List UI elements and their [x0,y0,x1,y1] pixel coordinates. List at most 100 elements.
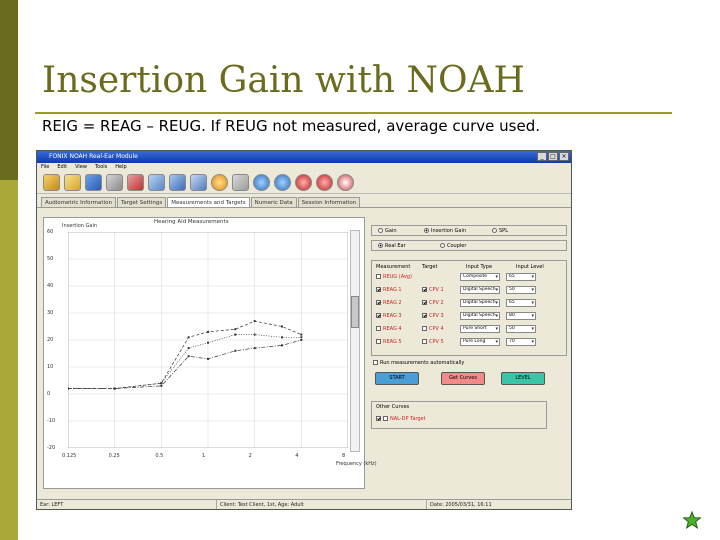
data-point [187,347,190,350]
tab-session-info[interactable]: Session Information [297,197,361,207]
refresh-icon[interactable] [316,174,333,191]
target-checkbox[interactable]: CPV 2 [422,300,444,306]
radio-insertion-label: Insertion Gain [431,228,467,234]
run-auto-checkbox[interactable]: Run measurements automatically [373,360,464,366]
target-label: CPV 5 [429,339,444,345]
menu-help[interactable]: Help [115,163,126,172]
x-tick-label: 1 [202,453,206,459]
close-button[interactable]: × [559,152,569,161]
meas-checkbox[interactable]: REAG 3 [376,313,402,319]
noah-icon[interactable] [253,174,270,191]
input-level-select[interactable]: 50 [506,286,536,294]
radio-insertion-gain[interactable]: Insertion Gain [424,228,466,234]
graph-scrollbar[interactable] [350,230,360,452]
header-input-type: Input Type [466,264,493,270]
target-icon[interactable] [211,174,228,191]
meas-checkbox[interactable]: REUG (Avg) [376,274,412,280]
data-point [207,341,209,344]
input-type-select[interactable]: Composite [460,273,500,281]
help-icon[interactable] [337,174,354,191]
slide-subtitle: REIG = REAG – REUG. If REUG not measured… [42,117,541,135]
input-level-select[interactable]: 65 [506,273,536,281]
curve-icon[interactable] [190,174,207,191]
input-level-select[interactable]: 65 [506,299,536,307]
tab-target-settings[interactable]: Target Settings [116,197,167,207]
meas-checkbox[interactable]: REAG 4 [376,326,402,332]
input-type-select[interactable]: Digital Speech [460,312,500,320]
level-button[interactable]: LEVEL [501,372,545,385]
target-checkbox[interactable]: CPV 5 [422,339,444,345]
data-point [253,320,256,323]
graph-panel: Hearing Aid Measurements Insertion Gain … [43,217,377,489]
measure-icon[interactable] [169,174,186,191]
minimize-button[interactable]: _ [537,152,547,161]
list-icon[interactable] [232,174,249,191]
settings-icon[interactable] [127,174,144,191]
menu-edit[interactable]: Edit [57,163,67,172]
series-line-1 [68,320,302,389]
menu-file[interactable]: File [41,163,49,172]
nal-target-checkbox[interactable]: NAL-DP Target [376,416,426,422]
data-point [187,336,190,339]
meas-box [376,326,381,331]
target-checkbox[interactable]: CPV 4 [422,326,444,332]
meas-checkbox[interactable]: REAG 1 [376,287,402,293]
nal-target-box-1 [376,416,381,421]
target-checkbox[interactable]: CPV 1 [422,287,444,293]
reference-icon[interactable] [295,174,312,191]
maximize-button[interactable]: □ [548,152,558,161]
meas-checkbox[interactable]: REAG 5 [376,339,402,345]
target-checkbox[interactable]: CPV 3 [422,313,444,319]
target-label: CPV 3 [429,313,444,319]
meas-box [376,339,381,344]
data-point [113,387,116,390]
radio-real-ear[interactable]: Real Ear [378,243,406,249]
ssl-icon[interactable] [274,174,291,191]
y-tick-label: 50 [47,256,54,262]
tab-numeric-data[interactable]: Numeric Data [250,197,297,207]
input-type-select[interactable]: Digital Speech [460,286,500,294]
new-icon[interactable] [43,174,60,191]
data-point [234,349,237,352]
meas-label: REAG 3 [383,313,402,319]
star-icon [683,511,701,529]
print-icon[interactable] [106,174,123,191]
scrollbar-thumb[interactable] [351,296,359,328]
data-point [300,333,303,336]
target-box [422,313,427,318]
get-curves-button[interactable]: Get Curves [441,372,485,385]
meas-checkbox[interactable]: REAG 2 [376,300,402,306]
start-button[interactable]: START [375,372,419,385]
input-type-select[interactable]: Pure Short [460,325,500,333]
data-point [68,387,69,390]
side-bar-light [0,180,18,540]
radio-real-ear-label: Real Ear [385,243,406,249]
y-tick-label: 30 [47,310,54,316]
radio-coupler[interactable]: Coupler [440,243,466,249]
menu-view[interactable]: View [75,163,87,172]
app-window: FONIX NOAH Real-Ear Module _ □ × File Ed… [36,150,572,510]
graph-icon[interactable] [148,174,165,191]
input-type-select[interactable]: Digital Speech [460,299,500,307]
radio-gain-dot [378,228,383,233]
data-point [187,355,190,358]
toolbar [37,172,571,194]
open-icon[interactable] [64,174,81,191]
meas-box [376,287,381,292]
status-client: Client: Test Client, 1st, Age: Adult [217,500,427,509]
input-type-select[interactable]: Pure Long [460,338,500,346]
data-point [280,344,283,347]
radio-spl[interactable]: SPL [492,228,508,234]
series-line-2 [68,334,302,389]
tab-audiometric[interactable]: Audiometric Information [41,197,116,207]
other-curves-group: Other Curves NAL-DP Target [371,401,547,429]
radio-gain[interactable]: Gain [378,228,397,234]
input-level-select[interactable]: 50 [506,325,536,333]
menu-tools[interactable]: Tools [95,163,107,172]
meas-label: REAG 4 [383,326,402,332]
save-icon[interactable] [85,174,102,191]
target-label: CPV 4 [429,326,444,332]
input-level-select[interactable]: 80 [506,312,536,320]
tab-measurements[interactable]: Measurements and Targets [167,197,250,207]
input-level-select[interactable]: 70 [506,338,536,346]
